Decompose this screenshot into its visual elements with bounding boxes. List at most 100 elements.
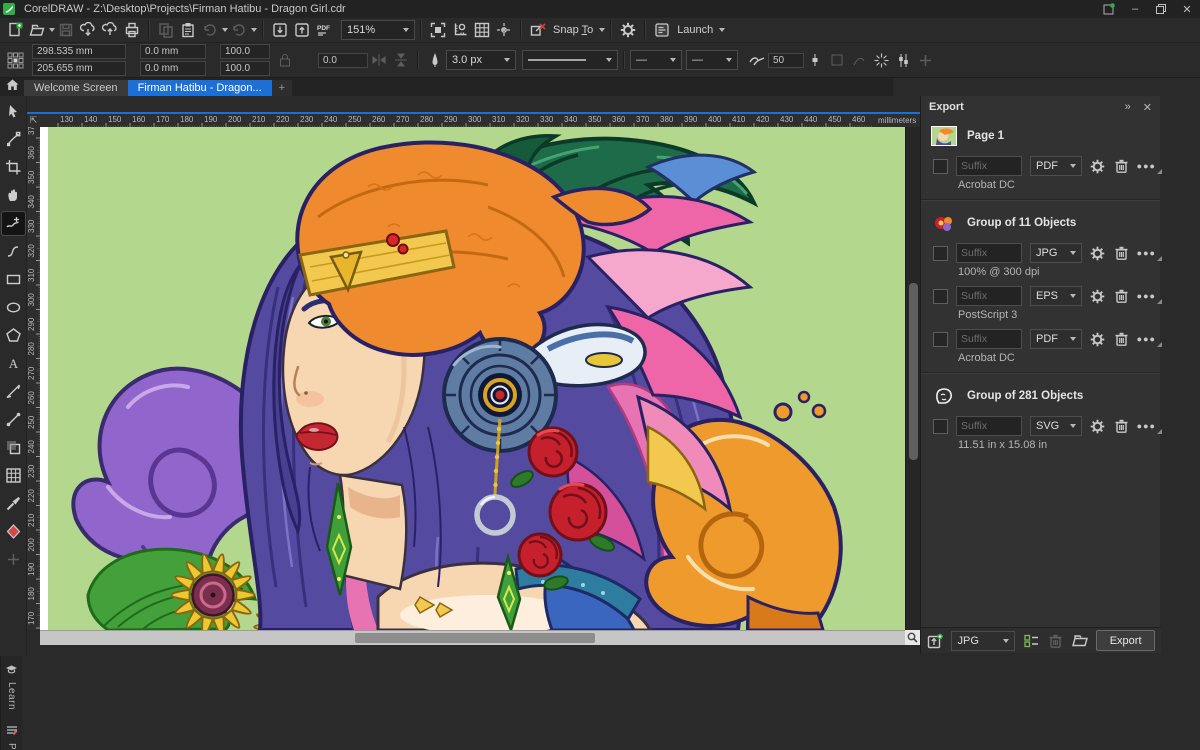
rotation-angle-field[interactable]: 0.0 [318, 52, 368, 68]
docker-collapse-icon[interactable]: » [1125, 101, 1131, 113]
format-select[interactable]: PDF [1030, 329, 1083, 349]
scale-x-field[interactable]: 100.0 [220, 44, 270, 59]
interactive-fill-tool[interactable] [2, 520, 25, 543]
add-preset-icon[interactable] [914, 49, 936, 71]
paste-icon[interactable] [177, 19, 199, 41]
print-icon[interactable] [121, 19, 143, 41]
pick-tool[interactable] [2, 100, 25, 123]
rectangle-tool[interactable] [2, 268, 25, 291]
arrowhead-start-select[interactable]: — [630, 50, 682, 70]
mesh-fill-tool[interactable] [2, 464, 25, 487]
outline-width-select[interactable]: 3.0 px [446, 50, 516, 70]
sliders-icon[interactable] [892, 49, 914, 71]
launch-icon[interactable] [651, 19, 673, 41]
import-from-cloud-icon[interactable] [77, 19, 99, 41]
connector-tool[interactable] [2, 408, 25, 431]
crop-tool[interactable] [2, 156, 25, 179]
publish-to-pdf-icon[interactable]: PDF [313, 19, 335, 41]
export-item-checkbox[interactable] [933, 158, 948, 174]
suffix-input[interactable] [956, 286, 1022, 306]
vertical-scroll-thumb[interactable] [909, 283, 918, 460]
item-more-options-icon[interactable]: ●●● [1137, 421, 1163, 434]
item-more-options-icon[interactable]: ●●● [1137, 334, 1163, 347]
format-select[interactable]: JPG [1030, 243, 1083, 263]
horizontal-scroll-thumb[interactable] [355, 633, 595, 643]
new-document-tab-button[interactable]: + [271, 80, 293, 96]
item-delete-trash-icon[interactable] [1114, 417, 1129, 435]
arrowhead-end-select[interactable]: — [686, 50, 738, 70]
smoothing-slider-icon[interactable] [804, 49, 826, 71]
format-select[interactable]: PDF [1030, 156, 1083, 176]
format-select[interactable]: EPS [1030, 286, 1083, 306]
output-folder-icon[interactable] [1072, 632, 1088, 650]
suffix-input[interactable] [956, 243, 1022, 263]
object-position-anchor[interactable] [4, 49, 26, 71]
pan-tool[interactable] [2, 184, 25, 207]
restore-button[interactable] [1148, 0, 1174, 18]
export-options-list-icon[interactable] [1023, 632, 1039, 650]
item-more-options-icon[interactable]: ●●● [1137, 248, 1163, 261]
polygon-tool[interactable] [2, 324, 25, 347]
item-delete-trash-icon[interactable] [1114, 330, 1129, 348]
whats-new-icon[interactable] [1096, 0, 1122, 18]
position-x-field[interactable]: 298.535 mm [32, 44, 126, 59]
close-button[interactable]: ✕ [1174, 0, 1200, 18]
burst-icon[interactable] [870, 49, 892, 71]
export-icon[interactable] [291, 19, 313, 41]
show-guidelines-icon[interactable] [493, 19, 515, 41]
export-group-header[interactable]: Group of 11 Objects [921, 205, 1160, 239]
export-button[interactable]: Export [1096, 630, 1155, 651]
item-settings-gear-icon[interactable] [1090, 244, 1105, 262]
position-y-field[interactable]: 205.655 mm [32, 61, 126, 76]
format-select[interactable]: SVG [1030, 416, 1083, 436]
object-width-field[interactable]: 0.0 mm [140, 44, 206, 59]
show-grid-icon[interactable] [471, 19, 493, 41]
freehand-pick-tool[interactable] [0, 211, 26, 236]
item-delete-trash-icon[interactable] [1114, 287, 1129, 305]
snap-to-label[interactable]: Snap To [553, 24, 593, 36]
export-item-checkbox[interactable] [933, 245, 948, 261]
item-settings-gear-icon[interactable] [1090, 417, 1105, 435]
horizontal-scrollbar[interactable] [40, 630, 905, 645]
suffix-input[interactable] [956, 156, 1022, 176]
dimension-tool[interactable] [2, 380, 25, 403]
launch-label[interactable]: Launch [677, 24, 713, 36]
item-more-options-icon[interactable]: ●●● [1137, 291, 1163, 304]
item-delete-trash-icon[interactable] [1114, 244, 1129, 262]
lock-ratio-icon[interactable] [274, 49, 296, 71]
minimize-button[interactable]: – [1122, 0, 1148, 18]
export-group-header[interactable]: Page 1 [921, 118, 1160, 152]
eyedropper-tool[interactable] [2, 492, 25, 515]
item-more-options-icon[interactable]: ●●● [1137, 161, 1163, 174]
snap-disable-icon[interactable] [527, 19, 549, 41]
curve-tool[interactable] [2, 240, 25, 263]
open-document-icon[interactable] [26, 19, 48, 41]
item-delete-trash-icon[interactable] [1114, 157, 1129, 175]
tab-document-active[interactable]: Firman Hatibu - Dragon... [127, 80, 272, 96]
docker-tab-learn[interactable]: Learn [5, 664, 18, 710]
default-format-select[interactable]: JPG [951, 630, 1015, 651]
tab-welcome-screen[interactable]: Welcome Screen [24, 80, 128, 96]
options-gear-icon[interactable] [617, 19, 639, 41]
zoom-level-select[interactable]: 151% [341, 20, 415, 40]
new-document-icon[interactable] [4, 19, 26, 41]
text-tool[interactable]: A [2, 352, 25, 375]
ruler-origin-button[interactable]: ⇱ [27, 114, 40, 127]
docker-close-icon[interactable]: ✕ [1143, 101, 1152, 114]
ellipse-tool[interactable] [2, 296, 25, 319]
object-height-field[interactable]: 0.0 mm [140, 61, 206, 76]
export-item-checkbox[interactable] [933, 418, 948, 434]
suffix-input[interactable] [956, 416, 1022, 436]
suffix-input[interactable] [956, 329, 1022, 349]
drawing-canvas[interactable] [40, 127, 905, 630]
export-item-checkbox[interactable] [933, 288, 948, 304]
scale-y-field[interactable]: 100.0 [220, 61, 270, 76]
import-icon[interactable] [269, 19, 291, 41]
add-tool-button[interactable] [2, 548, 25, 571]
item-settings-gear-icon[interactable] [1090, 157, 1105, 175]
save-to-cloud-icon[interactable] [99, 19, 121, 41]
docker-tab-properties[interactable]: Properties [6, 724, 18, 750]
drop-shadow-tool[interactable] [2, 436, 25, 459]
export-item-checkbox[interactable] [933, 331, 948, 347]
add-export-item-icon[interactable] [927, 632, 944, 650]
